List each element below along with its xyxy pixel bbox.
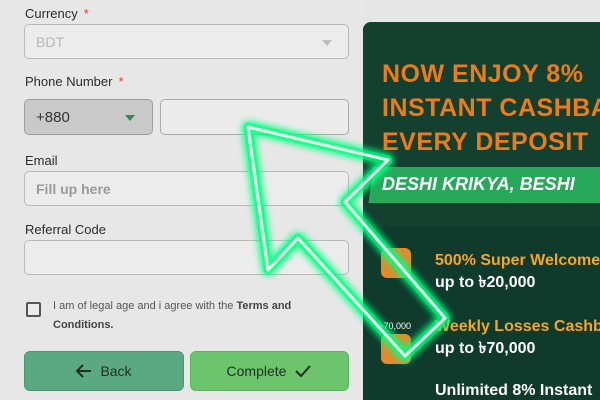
promo-headline-2: INSTANT CASHBACK xyxy=(382,94,600,122)
coin-amount-label: ৳70,000 xyxy=(379,321,412,331)
promo-headline-3: EVERY DEPOSIT xyxy=(382,128,589,156)
currency-value: BDT xyxy=(36,34,64,50)
chevron-down-icon xyxy=(322,40,332,46)
agree-checkbox[interactable] xyxy=(26,302,41,317)
money-bag-icon xyxy=(381,248,411,278)
complete-button[interactable]: Complete xyxy=(190,351,349,391)
benefit-weekly: Weekly Losses Cashbackup to ৳70,000 xyxy=(435,318,600,357)
phone-label: Phone Number * xyxy=(25,74,124,89)
email-placeholder: Fill up here xyxy=(36,181,111,197)
back-button[interactable]: Back xyxy=(24,351,184,391)
referral-code-field[interactable] xyxy=(24,240,349,275)
promo-banner[interactable]: NOW ENJOY 8% INSTANT CASHBACK EVERY DEPO… xyxy=(363,22,600,400)
benefit-welcome: 500% Super Welcome up to ৳20,000 xyxy=(435,252,600,291)
country-code-select[interactable]: +880 xyxy=(24,99,153,135)
email-field[interactable]: Fill up here xyxy=(24,171,349,206)
checkmark-icon xyxy=(295,365,312,378)
country-code-value: +880 xyxy=(36,109,70,126)
agree-text: I am of legal age and i agree with the T… xyxy=(53,300,292,331)
chevron-down-icon xyxy=(125,115,135,121)
registration-form: Currency * BDT Phone Number * +880 Email F… xyxy=(0,0,362,400)
benefit-unlimited: Unlimited 8% Instant xyxy=(435,382,593,399)
gift-box-icon xyxy=(381,334,411,364)
currency-select[interactable]: BDT xyxy=(24,24,349,59)
email-label: Email xyxy=(25,153,58,168)
promo-ribbon-text: DESHI KRIKYA, BESHI xyxy=(382,174,575,194)
promo-headline-1: NOW ENJOY 8% xyxy=(382,60,584,88)
arrow-left-icon xyxy=(76,364,92,378)
currency-label: Currency * xyxy=(25,6,89,21)
phone-input[interactable] xyxy=(160,99,349,135)
referral-label: Referral Code xyxy=(25,222,106,237)
